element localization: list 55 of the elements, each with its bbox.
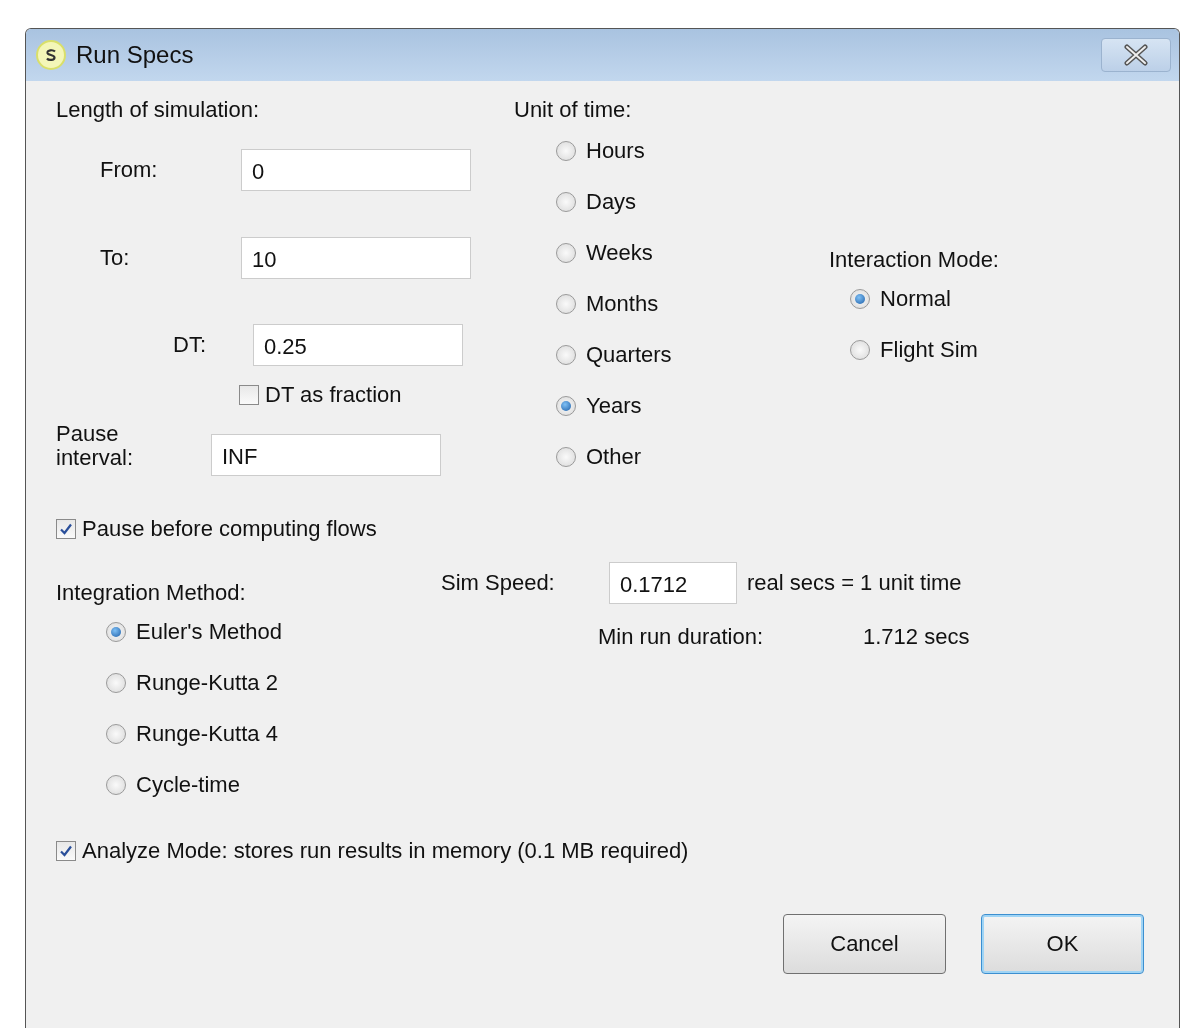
checkbox[interactable]: [239, 385, 259, 405]
field-label: Min run duration:: [598, 624, 765, 650]
radio-button[interactable]: [106, 672, 126, 693]
close-button[interactable]: [1101, 38, 1171, 72]
radio-button[interactable]: [556, 395, 576, 416]
checkbox-label: Analyze Mode: stores run results in memory (0.1 MB required): [82, 838, 689, 864]
input-field[interactable]: 10: [241, 237, 471, 279]
checkbox-label: Pause before computing flows: [82, 516, 377, 542]
ok-button[interactable]: OK: [981, 914, 1144, 974]
radio-button[interactable]: [556, 446, 576, 467]
field-label: Pause interval:: [56, 421, 135, 471]
section-label: Length of simulation:: [56, 97, 261, 123]
app-logo-icon: [36, 40, 66, 70]
close-icon: [1123, 44, 1149, 66]
radio-button[interactable]: [556, 293, 576, 314]
radio-label: Runge-Kutta 4: [136, 720, 278, 747]
checkbox-label: DT as fraction: [265, 382, 402, 408]
radio-button[interactable]: [556, 191, 576, 212]
checkbox[interactable]: [56, 519, 76, 539]
section-label: Integration Method:: [56, 580, 247, 606]
radio-label: Euler's Method: [136, 618, 283, 645]
section-label: Interaction Mode:: [829, 247, 999, 273]
input-field[interactable]: 0: [241, 149, 471, 191]
field-label: To:: [100, 245, 131, 271]
radio-label: Months: [586, 290, 659, 317]
duration-value: 1.712 secs: [863, 624, 970, 650]
field-label: From:: [100, 157, 159, 183]
section-label: Unit of time:: [514, 97, 633, 123]
input-field[interactable]: 0.1712: [609, 562, 737, 604]
window-title: Run Specs: [76, 41, 195, 69]
radio-label: Other: [586, 443, 642, 470]
radio-button[interactable]: [556, 140, 576, 161]
radio-label: Runge-Kutta 2: [136, 669, 278, 696]
radio-button[interactable]: [556, 242, 576, 263]
radio-button[interactable]: [850, 339, 871, 360]
radio-button[interactable]: [556, 344, 576, 365]
field-label: DT:: [173, 332, 207, 358]
radio-label: Years: [586, 392, 642, 419]
unit-label: real secs = 1 unit time: [747, 570, 962, 596]
radio-label: Quarters: [586, 341, 672, 368]
radio-label: Cycle-time: [136, 771, 240, 798]
input-field[interactable]: INF: [211, 434, 441, 476]
radio-button[interactable]: [850, 288, 871, 309]
radio-label: Days: [586, 188, 637, 215]
radio-button[interactable]: [106, 723, 126, 744]
radio-label: Normal: [880, 285, 951, 312]
radio-label: Weeks: [586, 239, 653, 266]
radio-label: Flight Sim: [880, 336, 978, 363]
radio-label: Hours: [586, 137, 645, 164]
cancel-button[interactable]: Cancel: [783, 914, 946, 974]
radio-button[interactable]: [106, 621, 126, 642]
radio-button[interactable]: [106, 774, 126, 795]
field-label: Sim Speed:: [441, 570, 556, 596]
input-field[interactable]: 0.25: [253, 324, 463, 366]
checkbox[interactable]: [56, 841, 76, 861]
